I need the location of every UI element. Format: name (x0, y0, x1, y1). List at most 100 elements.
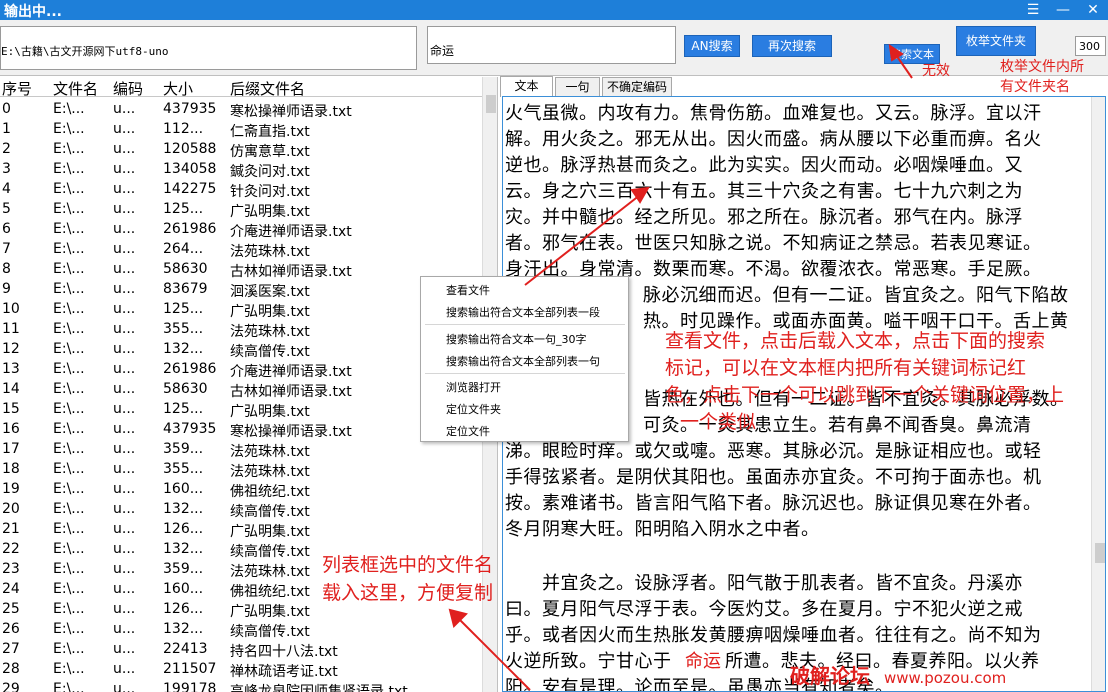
tab-sentence[interactable]: 一句 (555, 77, 600, 96)
cell-e: u... (113, 621, 136, 637)
annotation-list-1: 列表框选中的文件名 (322, 554, 494, 576)
annotation-list-2: 载入这里，方便复制 (322, 582, 494, 604)
table-row[interactable]: 12 E:\... u... 132... 续高僧传.txt (0, 339, 482, 360)
table-row[interactable]: 9 E:\... u... 83679 洄溪医案.txt (0, 279, 482, 300)
cell-e: u... (113, 381, 136, 397)
table-row[interactable]: 5 E:\... u... 125... 广弘明集.txt (0, 199, 482, 220)
menu-item-open-browser[interactable]: 浏览器打开 (446, 379, 501, 395)
close-icon[interactable]: ✕ (1078, 0, 1108, 20)
cell-s: 142275 (163, 181, 217, 197)
header-suffix-name[interactable]: 后缀文件名 (230, 78, 305, 99)
cell-e: u... (113, 401, 136, 417)
cell-s: 126... (163, 521, 204, 537)
table-row[interactable]: 21 E:\... u... 126... 广弘明集.txt (0, 519, 482, 540)
cell-f: E:\... (53, 661, 85, 677)
window-title: 输出中... (4, 4, 62, 20)
table-row[interactable]: 17 E:\... u... 359... 法苑珠林.txt (0, 439, 482, 460)
table-row[interactable]: 3 E:\... u... 134058 鍼灸问对.txt (0, 159, 482, 180)
cell-f: E:\... (53, 581, 85, 597)
list-scroll-thumb[interactable] (486, 95, 496, 113)
cell-x: 法苑珠林.txt (230, 464, 310, 480)
table-row[interactable]: 16 E:\... u... 437935 寒松操禅师语录.txt (0, 419, 482, 440)
table-row[interactable]: 2 E:\... u... 120588 仿寓意草.txt (0, 139, 482, 160)
cell-e: u... (113, 221, 136, 237)
cell-e: u... (113, 681, 136, 692)
minimize-icon[interactable]: — (1048, 0, 1078, 20)
menu-item-search-sentence-30[interactable]: 搜索输出符合文本一句_30字 (446, 331, 587, 347)
cell-f: E:\... (53, 241, 85, 257)
cell-s: 112... (163, 121, 204, 137)
cell-e: u... (113, 521, 136, 537)
table-row[interactable]: 11 E:\... u... 355... 法苑珠林.txt (0, 319, 482, 340)
cell-e: u... (113, 661, 136, 677)
cell-e: u... (113, 461, 136, 477)
search-again-button[interactable]: 再次搜索 (752, 35, 832, 57)
cell-x: 续高僧传.txt (230, 544, 310, 560)
cell-n: 5 (2, 201, 11, 217)
text-scrollbar[interactable] (1091, 97, 1105, 691)
header-index[interactable]: 序号 (2, 78, 32, 99)
cell-s: 264... (163, 241, 204, 257)
search-input[interactable] (427, 26, 676, 64)
menu-item-search-list-sentence[interactable]: 搜索输出符合文本全部列表一句 (446, 353, 600, 369)
table-row[interactable]: 6 E:\... u... 261986 介庵进禅师语录.txt (0, 219, 482, 240)
text-line: 解。用火灸之。邪无从出。因火而盛。病从腰以下必重而痹。名火 (505, 129, 1042, 150)
table-row[interactable]: 27 E:\... u... 22413 持名四十八法.txt (0, 639, 482, 660)
cell-s: 160... (163, 481, 204, 497)
table-row[interactable]: 15 E:\... u... 125... 广弘明集.txt (0, 399, 482, 420)
table-row[interactable]: 26 E:\... u... 132... 续高僧传.txt (0, 619, 482, 640)
cell-s: 132... (163, 341, 204, 357)
cell-e: u... (113, 261, 136, 277)
table-row[interactable]: 7 E:\... u... 264... 法苑珠林.txt (0, 239, 482, 260)
table-row[interactable]: 19 E:\... u... 160... 佛祖统纪.txt (0, 479, 482, 500)
table-row[interactable]: 1 E:\... u... 112... 仁斋直指.txt (0, 119, 482, 140)
table-row[interactable]: 10 E:\... u... 125... 广弘明集.txt (0, 299, 482, 320)
cell-e: u... (113, 421, 136, 437)
table-row[interactable]: 20 E:\... u... 132... 续高僧传.txt (0, 499, 482, 520)
cell-x: 法苑珠林.txt (230, 324, 310, 340)
menu-item-view-file[interactable]: 查看文件 (446, 282, 490, 298)
text-line: 火气虽微。内攻有力。焦骨伤筋。血难复也。又云。脉浮。宜以汗 (505, 103, 1042, 124)
table-row[interactable]: 4 E:\... u... 142275 针灸问对.txt (0, 179, 482, 200)
cell-f: E:\... (53, 521, 85, 537)
cell-n: 29 (2, 681, 20, 692)
cell-e: u... (113, 301, 136, 317)
menu-item-locate-folder[interactable]: 定位文件夹 (446, 401, 501, 417)
table-row[interactable]: 14 E:\... u... 58630 古林如禅师语录.txt (0, 379, 482, 400)
cell-s: 22413 (163, 641, 208, 657)
cell-f: E:\... (53, 601, 85, 617)
header-encoding[interactable]: 编码 (113, 78, 143, 99)
path-display[interactable]: E:\古籍\古文开源网下utf8-uno (0, 26, 417, 70)
table-row[interactable]: 28 E:\... u... 211507 禅林疏语考证.txt (0, 659, 482, 680)
menu-item-locate-file[interactable]: 定位文件 (446, 423, 490, 439)
cell-x: 法苑珠林.txt (230, 564, 310, 580)
cell-n: 20 (2, 501, 20, 517)
text-line: 灾。并中髓也。经之所见。邪之所在。脉沉者。邪气在内。脉浮 (505, 207, 1023, 228)
table-row[interactable]: 8 E:\... u... 58630 古林如禅师语录.txt (0, 259, 482, 280)
count-input[interactable]: 300 (1075, 36, 1106, 56)
an-search-button[interactable]: AN搜索 (684, 35, 740, 57)
tab-text[interactable]: 文本 (500, 76, 553, 97)
cell-s: 199178 (163, 681, 217, 692)
header-filename[interactable]: 文件名 (53, 78, 98, 99)
menu-item-search-list-paragraph[interactable]: 搜索输出符合文本全部列表一段 (446, 304, 600, 320)
cell-x: 广弘明集.txt (230, 204, 310, 220)
cell-x: 仿寓意草.txt (230, 144, 310, 160)
enum-folder-button[interactable]: 枚举文件夹 (956, 26, 1036, 56)
menu-icon[interactable]: ☰ (1018, 0, 1048, 20)
cell-e: u... (113, 321, 136, 337)
text-line: 云。身之穴三百六十有五。其三十穴灸之有害。七十九穴刺之为 (505, 181, 1023, 202)
menu-separator (425, 373, 625, 374)
table-row[interactable]: 13 E:\... u... 261986 介庵进禅师语录.txt (0, 359, 482, 380)
header-size[interactable]: 大小 (163, 78, 193, 99)
cell-x: 佛祖统纪.txt (230, 584, 310, 600)
cell-n: 21 (2, 521, 20, 537)
tab-uncertain-encoding[interactable]: 不确定编码 (602, 77, 672, 96)
cell-x: 续高僧传.txt (230, 504, 310, 520)
table-row[interactable]: 29 E:\... u... 199178 高峰龙泉院因师集贤语录.txt (0, 679, 482, 692)
cell-e: u... (113, 441, 136, 457)
table-row[interactable]: 0 E:\... u... 437935 寒松操禅师语录.txt (0, 99, 482, 120)
cell-e: u... (113, 201, 136, 217)
text-scroll-thumb[interactable] (1095, 543, 1105, 563)
table-row[interactable]: 18 E:\... u... 355... 法苑珠林.txt (0, 459, 482, 480)
